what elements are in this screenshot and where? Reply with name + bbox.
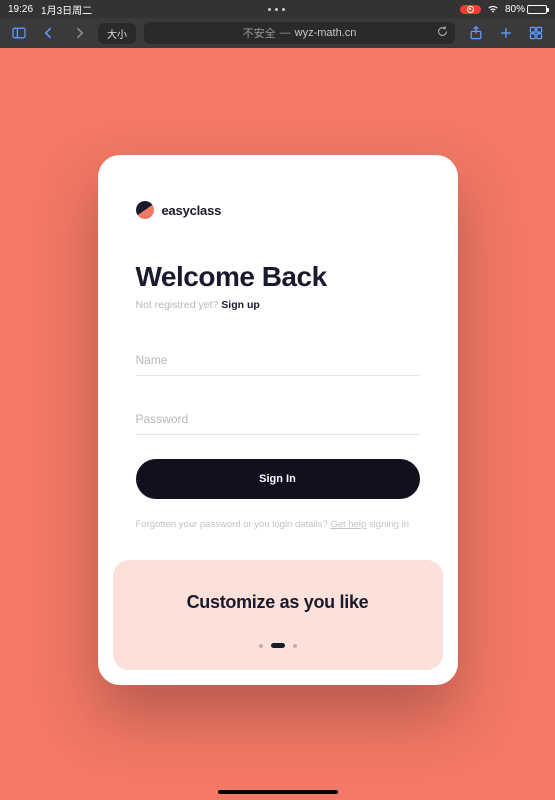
text-size-button[interactable]: 大小 bbox=[98, 23, 136, 44]
multitask-dots-icon bbox=[268, 8, 285, 11]
promo-panel: Customize as you like bbox=[113, 560, 443, 670]
carousel-dot[interactable] bbox=[259, 644, 263, 648]
carousel-dot-active[interactable] bbox=[271, 643, 285, 648]
login-card: easyclass Welcome Back Not registred yet… bbox=[98, 155, 458, 685]
recording-indicator[interactable] bbox=[460, 5, 481, 14]
record-icon bbox=[467, 6, 474, 13]
page-content: easyclass Welcome Back Not registred yet… bbox=[0, 48, 555, 800]
refresh-button[interactable] bbox=[436, 25, 449, 41]
forward-button bbox=[66, 21, 92, 45]
wifi-icon bbox=[487, 4, 499, 14]
helper-text: Forgotten your password or you login dat… bbox=[136, 519, 420, 530]
sidebar-toggle-button[interactable] bbox=[6, 21, 32, 45]
logo-text: easyclass bbox=[162, 203, 222, 218]
brand-logo: easyclass bbox=[136, 201, 420, 219]
signup-link[interactable]: Sign up bbox=[221, 299, 260, 311]
battery-percent: 80% bbox=[505, 4, 525, 15]
url-text: wyz-math.cn bbox=[295, 27, 357, 39]
name-input[interactable] bbox=[136, 345, 420, 376]
security-label: 不安全 bbox=[243, 25, 276, 41]
back-button[interactable] bbox=[36, 21, 62, 45]
tabs-button[interactable] bbox=[523, 21, 549, 45]
home-indicator[interactable] bbox=[218, 790, 338, 794]
browser-toolbar: 大小 不安全 — wyz-math.cn bbox=[0, 18, 555, 48]
subline: Not registred yet? Sign up bbox=[136, 299, 420, 311]
battery-icon bbox=[527, 5, 547, 14]
carousel-dots[interactable] bbox=[133, 643, 423, 648]
logo-mark-icon bbox=[134, 200, 155, 221]
new-tab-button[interactable] bbox=[493, 21, 519, 45]
password-input[interactable] bbox=[136, 404, 420, 435]
promo-title: Customize as you like bbox=[133, 592, 423, 613]
carousel-dot[interactable] bbox=[293, 644, 297, 648]
get-help-link[interactable]: Get help bbox=[330, 519, 366, 530]
status-time: 19:26 bbox=[8, 4, 33, 15]
address-bar[interactable]: 不安全 — wyz-math.cn bbox=[144, 22, 455, 44]
signin-button[interactable]: Sign In bbox=[136, 459, 420, 499]
share-button[interactable] bbox=[463, 21, 489, 45]
status-date: 1月3日周二 bbox=[41, 2, 92, 17]
page-title: Welcome Back bbox=[136, 261, 420, 293]
status-bar: 19:26 1月3日周二 80% bbox=[0, 0, 555, 18]
